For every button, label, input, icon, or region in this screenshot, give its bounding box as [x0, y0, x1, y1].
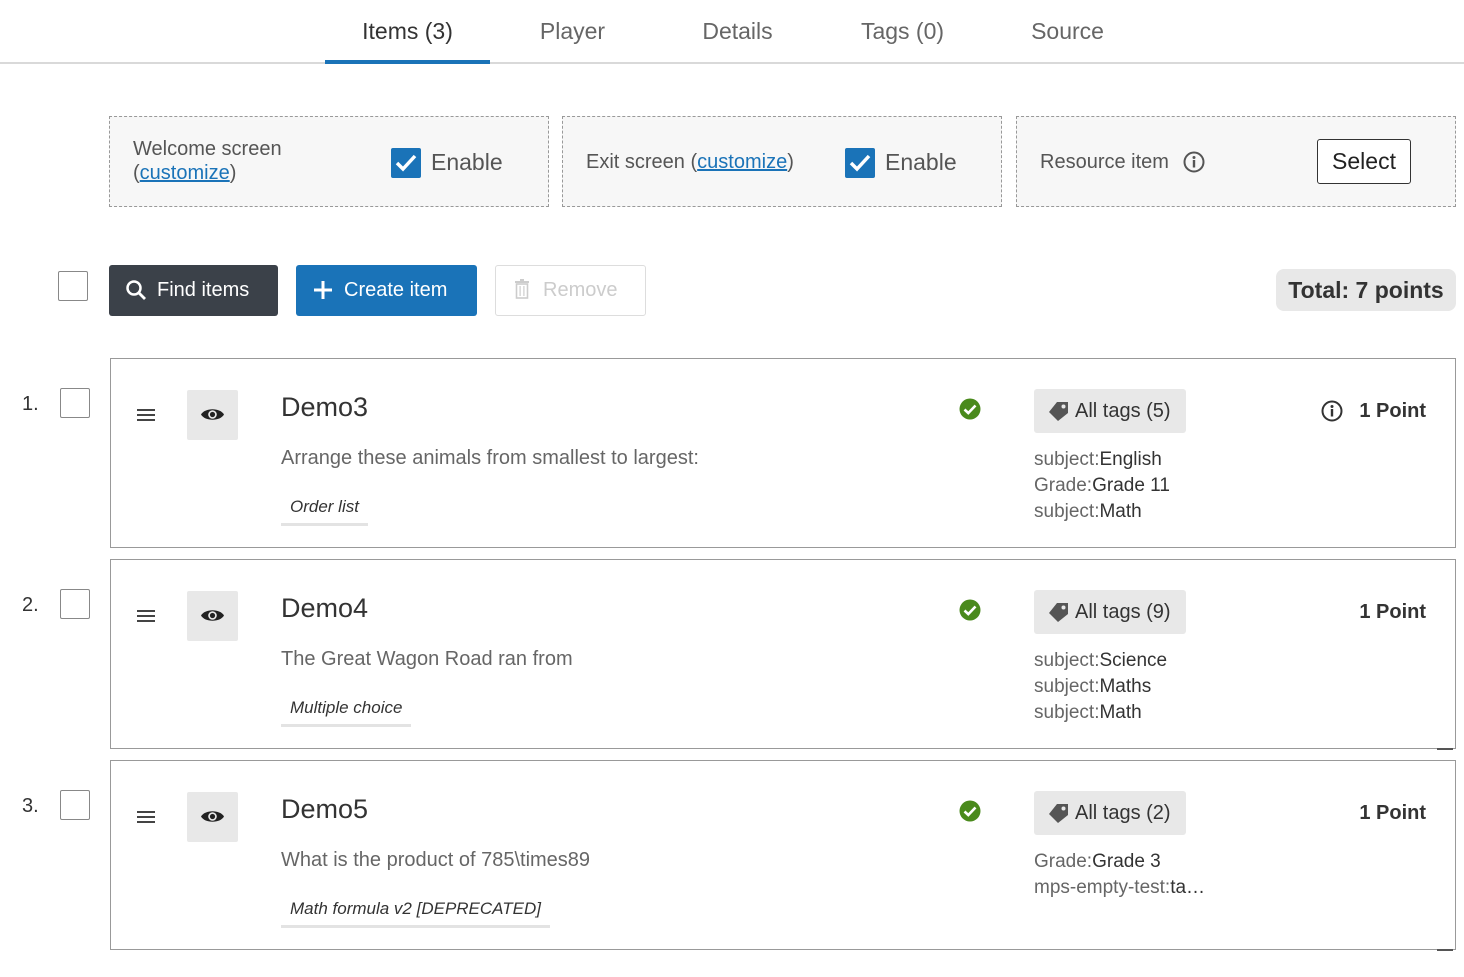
tag-list: subject:English Grade:Grade 11 subject:M… — [1034, 447, 1170, 525]
resize-handle — [1437, 748, 1453, 750]
all-tags-button[interactable]: All tags (5) — [1034, 389, 1186, 433]
tag-entry: subject:English — [1034, 449, 1162, 470]
eye-icon — [201, 409, 224, 420]
item-number: 2. — [22, 594, 39, 616]
tag-entry: subject:Science — [1034, 650, 1168, 671]
create-item-button[interactable]: Create item — [296, 265, 477, 316]
item-stimulus: What is the product of 785\times89 — [281, 849, 591, 871]
tab-bar: Items (3) Player Details Tags (0) Source — [0, 0, 1464, 64]
item-type-label: Multiple choice — [281, 693, 412, 727]
exit-enable-checkbox[interactable] — [845, 148, 875, 178]
exit-enable-label: Enable — [885, 149, 957, 175]
remove-button[interactable]: Remove — [495, 265, 646, 316]
exit-screen-panel: Exit screen (customize) Enable — [562, 116, 1002, 207]
item-number: 3. — [22, 795, 39, 817]
tag-entry: Grade:Grade 11 — [1034, 475, 1170, 496]
info-icon[interactable] — [1321, 400, 1343, 422]
tag-icon — [1049, 804, 1068, 823]
resource-item-panel: Resource item Select — [1016, 116, 1456, 207]
all-tags-button[interactable]: All tags (2) — [1034, 791, 1186, 835]
resource-select-button[interactable]: Select — [1317, 139, 1411, 184]
exit-screen-label: Exit screen (customize) — [586, 151, 794, 173]
item-points: 1 Point — [1359, 400, 1426, 422]
search-icon — [126, 280, 146, 300]
item-checkbox[interactable] — [60, 589, 90, 619]
item-title[interactable]: Demo3 — [281, 392, 368, 423]
tab-source[interactable]: Source — [985, 18, 1150, 48]
checkmark-icon — [395, 154, 417, 172]
all-tags-button[interactable]: All tags (9) — [1034, 590, 1186, 634]
welcome-customize-link[interactable]: customize — [140, 162, 230, 184]
tab-tags[interactable]: Tags (0) — [820, 18, 985, 48]
tag-icon — [1049, 603, 1068, 622]
item-points: 1 Point — [1359, 802, 1426, 824]
item-number: 1. — [22, 393, 39, 415]
item-card: Demo5 What is the product of 785\times89… — [110, 760, 1456, 950]
info-icon[interactable] — [1183, 151, 1205, 173]
tag-entry: subject:Math — [1034, 702, 1142, 723]
trash-icon — [515, 279, 529, 299]
item-title[interactable]: Demo4 — [281, 593, 368, 624]
item-title[interactable]: Demo5 — [281, 794, 368, 825]
check-circle-icon — [959, 599, 981, 621]
total-points-badge: Total: 7 points — [1276, 269, 1456, 311]
drag-handle-icon[interactable] — [137, 610, 155, 625]
resize-handle — [1437, 949, 1453, 951]
resource-item-label: Resource item — [1040, 151, 1169, 173]
item-card: Demo4 The Great Wagon Road ran from Mult… — [110, 559, 1456, 749]
tag-list: subject:Science subject:Maths subject:Ma… — [1034, 648, 1167, 726]
item-card: Demo3 Arrange these animals from smalles… — [110, 358, 1456, 548]
preview-button[interactable] — [187, 591, 238, 641]
item-type-label: Math formula v2 [DEPRECATED] — [281, 894, 550, 928]
item-checkbox[interactable] — [60, 388, 90, 418]
tag-entry: mps-empty-test:ta… — [1034, 877, 1206, 898]
find-items-button[interactable]: Find items — [109, 265, 278, 316]
check-circle-icon — [959, 398, 981, 420]
eye-icon — [201, 811, 224, 822]
tag-icon — [1049, 402, 1068, 421]
drag-handle-icon[interactable] — [137, 811, 155, 826]
welcome-screen-panel: Welcome screen (customize) Enable — [109, 116, 549, 207]
preview-button[interactable] — [187, 792, 238, 842]
item-stimulus: The Great Wagon Road ran from — [281, 648, 573, 670]
item-points: 1 Point — [1359, 601, 1426, 623]
eye-icon — [201, 610, 224, 621]
exit-customize-link[interactable]: customize — [697, 151, 787, 173]
tag-entry: subject:Math — [1034, 501, 1142, 522]
tag-list: Grade:Grade 3 mps-empty-test:ta… — [1034, 849, 1205, 901]
plus-icon — [314, 281, 332, 299]
welcome-enable-checkbox[interactable] — [391, 148, 421, 178]
preview-button[interactable] — [187, 390, 238, 440]
drag-handle-icon[interactable] — [137, 409, 155, 424]
welcome-screen-label: Welcome screen (customize) — [133, 138, 282, 184]
tab-details[interactable]: Details — [655, 18, 820, 48]
tab-items[interactable]: Items (3) — [325, 18, 490, 48]
tab-player[interactable]: Player — [490, 18, 655, 48]
tag-entry: Grade:Grade 3 — [1034, 851, 1161, 872]
item-checkbox[interactable] — [60, 790, 90, 820]
active-tab-indicator — [325, 60, 490, 64]
select-all-checkbox[interactable] — [58, 271, 88, 301]
item-stimulus: Arrange these animals from smallest to l… — [281, 447, 699, 469]
item-type-label: Order list — [281, 492, 368, 526]
welcome-enable-label: Enable — [431, 149, 503, 175]
tag-entry: subject:Maths — [1034, 676, 1152, 697]
checkmark-icon — [849, 154, 871, 172]
check-circle-icon — [959, 800, 981, 822]
